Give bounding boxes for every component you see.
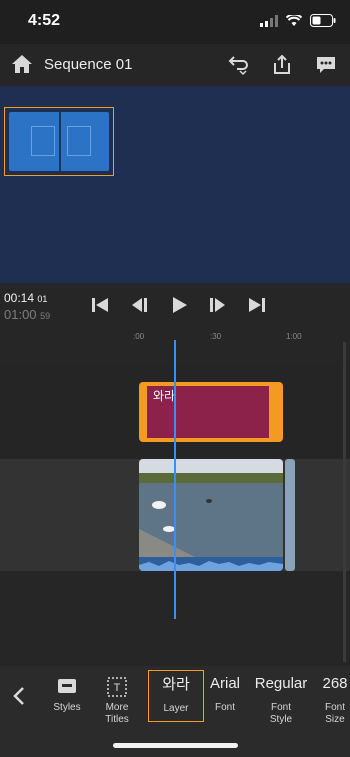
step-back-icon[interactable] <box>130 295 150 315</box>
font-value: Arial <box>209 675 240 692</box>
styles-icon <box>58 679 76 693</box>
selected-title-thumbnail[interactable] <box>4 107 114 176</box>
ruler-label-start: :00 <box>133 332 145 341</box>
home-indicator[interactable] <box>113 743 238 748</box>
battery-icon <box>310 14 336 27</box>
comment-icon[interactable] <box>314 53 338 77</box>
svg-text:T: T <box>114 682 121 694</box>
more-titles-button[interactable]: T More Titles <box>96 676 138 726</box>
back-chevron-icon[interactable] <box>10 686 28 706</box>
font-size-value: 268 <box>322 675 348 692</box>
next-video-clip[interactable] <box>285 459 295 571</box>
timeline-scrollbar[interactable] <box>343 342 346 662</box>
font-size-button[interactable]: 268 Font Size <box>320 674 350 726</box>
play-icon[interactable] <box>169 295 189 315</box>
home-icon[interactable] <box>11 54 33 74</box>
playhead[interactable] <box>174 340 176 619</box>
skip-to-start-icon[interactable] <box>90 295 110 315</box>
video-preview[interactable] <box>0 86 350 283</box>
more-titles-label: More Titles <box>105 702 129 725</box>
layer-label: Layer <box>163 703 189 714</box>
font-style-value: Regular <box>254 675 308 692</box>
signal-icon <box>260 14 278 27</box>
timeline[interactable]: :00 :30 1:00 와라 <box>0 332 350 666</box>
sequence-title: Sequence 01 <box>44 56 133 73</box>
step-forward-icon[interactable] <box>207 295 227 315</box>
font-style-button[interactable]: Regular Font Style <box>252 674 310 726</box>
skip-to-end-icon[interactable] <box>247 295 267 315</box>
video-thumbnail <box>139 459 283 571</box>
styles-label: Styles <box>53 702 81 713</box>
layer-value: 와라 <box>162 676 190 693</box>
font-label: Font <box>214 702 235 713</box>
video-clip[interactable] <box>139 459 283 571</box>
status-bar: 4:52 <box>0 0 350 44</box>
app-header: Sequence 01 <box>0 44 350 86</box>
title-clip[interactable]: 와라 <box>139 382 283 442</box>
font-size-label: Font Size <box>324 702 345 725</box>
wifi-icon <box>286 14 302 26</box>
current-timecode: 00:14 01 <box>4 291 48 305</box>
font-button[interactable]: Arial Font <box>205 674 245 714</box>
title-graphic <box>9 112 109 171</box>
share-icon[interactable] <box>270 53 294 77</box>
more-titles-icon: T <box>107 677 127 697</box>
layer-button[interactable]: 와라 Layer <box>148 670 204 722</box>
styles-button[interactable]: Styles <box>50 676 84 714</box>
ruler-label-end: 1:00 <box>286 332 302 341</box>
status-icons <box>260 14 336 27</box>
undo-icon[interactable] <box>225 53 249 77</box>
total-duration: 01:00 59 <box>4 307 51 322</box>
status-time: 4:52 <box>28 12 61 29</box>
font-style-label: Font Style <box>269 702 293 725</box>
title-clip-label: 와라 <box>153 389 176 403</box>
ruler-label-mid: :30 <box>210 332 222 341</box>
